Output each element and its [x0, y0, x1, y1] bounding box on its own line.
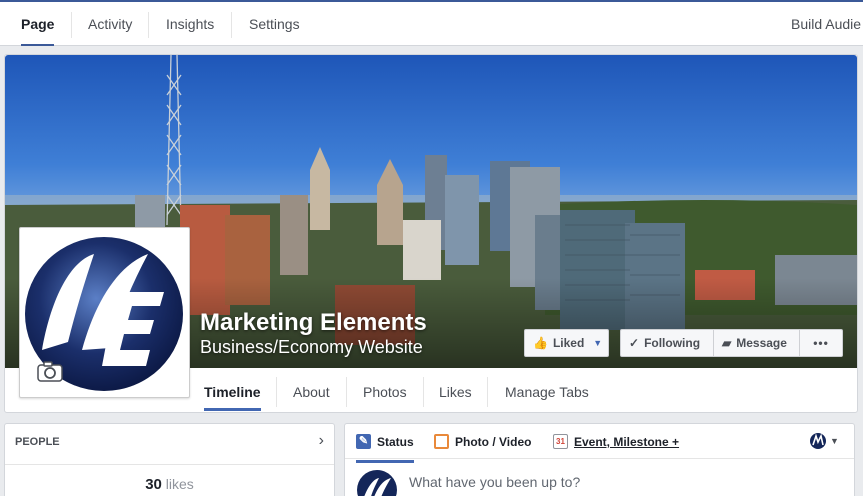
message-button[interactable]: ▰ Message — [713, 329, 800, 357]
message-label: Message — [736, 336, 787, 350]
photo-video-label: Photo / Video — [455, 434, 532, 449]
composer-tab-status[interactable]: ✎ Status — [356, 434, 414, 463]
thumbs-up-icon: 👍 — [533, 336, 548, 350]
admin-tab-insights[interactable]: Insights — [166, 2, 214, 46]
composer-tab-photo-video[interactable]: Photo / Video — [434, 434, 531, 449]
likes-label: likes — [165, 476, 194, 492]
tab-divider — [148, 12, 149, 38]
tab-divider — [423, 377, 424, 407]
checkmark-icon: ✓ — [629, 336, 640, 350]
camera-icon[interactable] — [32, 356, 63, 382]
chevron-right-icon[interactable]: › — [319, 432, 324, 450]
composer-tab-event-milestone[interactable]: 31 Event, Milestone + — [553, 434, 679, 449]
admin-top-bar: Page Activity Insights Settings Build Au… — [0, 0, 863, 46]
card-divider — [5, 464, 334, 465]
tab-manage-tabs[interactable]: Manage Tabs — [505, 371, 589, 413]
status-label: Status — [377, 434, 414, 449]
build-audience-link[interactable]: Build Audie — [791, 2, 861, 46]
caret-down-icon: ▼ — [830, 436, 839, 446]
tab-photos[interactable]: Photos — [363, 371, 407, 413]
tab-divider — [487, 377, 488, 407]
admin-tab-settings[interactable]: Settings — [249, 2, 300, 46]
more-dots-icon: ••• — [813, 336, 829, 350]
calendar-icon: 31 — [553, 434, 568, 449]
people-header[interactable]: PEOPLE — [15, 436, 60, 448]
event-milestone-label: Event, Milestone + — [574, 434, 680, 449]
page-category[interactable]: Business/Economy Website — [200, 337, 423, 358]
pencil-icon: ✎ — [356, 434, 371, 449]
tab-divider — [231, 12, 232, 38]
liked-button[interactable]: 👍 Liked ▼ — [524, 329, 609, 357]
liked-label: Liked — [552, 336, 585, 350]
tab-divider — [71, 12, 72, 38]
tab-about[interactable]: About — [293, 371, 330, 413]
post-as-selector[interactable]: ▼ — [810, 433, 839, 449]
post-composer: ✎ Status Photo / Video 31 Event, Milesto… — [344, 423, 855, 496]
profile-picture[interactable] — [19, 227, 190, 398]
likes-count-line[interactable]: 30 likes — [5, 476, 334, 493]
tab-likes[interactable]: Likes — [439, 371, 472, 413]
page-name[interactable]: Marketing Elements — [200, 309, 427, 337]
composer-input[interactable]: What have you been up to? — [409, 474, 580, 490]
page-header-card: Marketing Elements Business/Economy Webs… — [4, 54, 858, 413]
page-avatar-icon — [810, 433, 826, 449]
more-options-button[interactable]: ••• — [799, 329, 843, 357]
following-button[interactable]: ✓ Following — [620, 329, 714, 357]
message-bubble-icon: ▰ — [722, 336, 732, 350]
page-avatar — [357, 470, 397, 496]
tab-timeline[interactable]: Timeline — [204, 371, 261, 413]
tab-divider — [276, 377, 277, 407]
likes-count: 30 — [145, 476, 162, 493]
following-label: Following — [644, 336, 701, 350]
admin-tab-activity[interactable]: Activity — [88, 2, 132, 46]
tab-divider — [346, 377, 347, 407]
caret-down-icon: ▼ — [593, 338, 603, 348]
photo-icon — [434, 434, 449, 449]
composer-divider — [345, 458, 854, 459]
admin-tab-page[interactable]: Page — [21, 2, 55, 46]
people-card: PEOPLE › 30 likes — [4, 423, 335, 496]
